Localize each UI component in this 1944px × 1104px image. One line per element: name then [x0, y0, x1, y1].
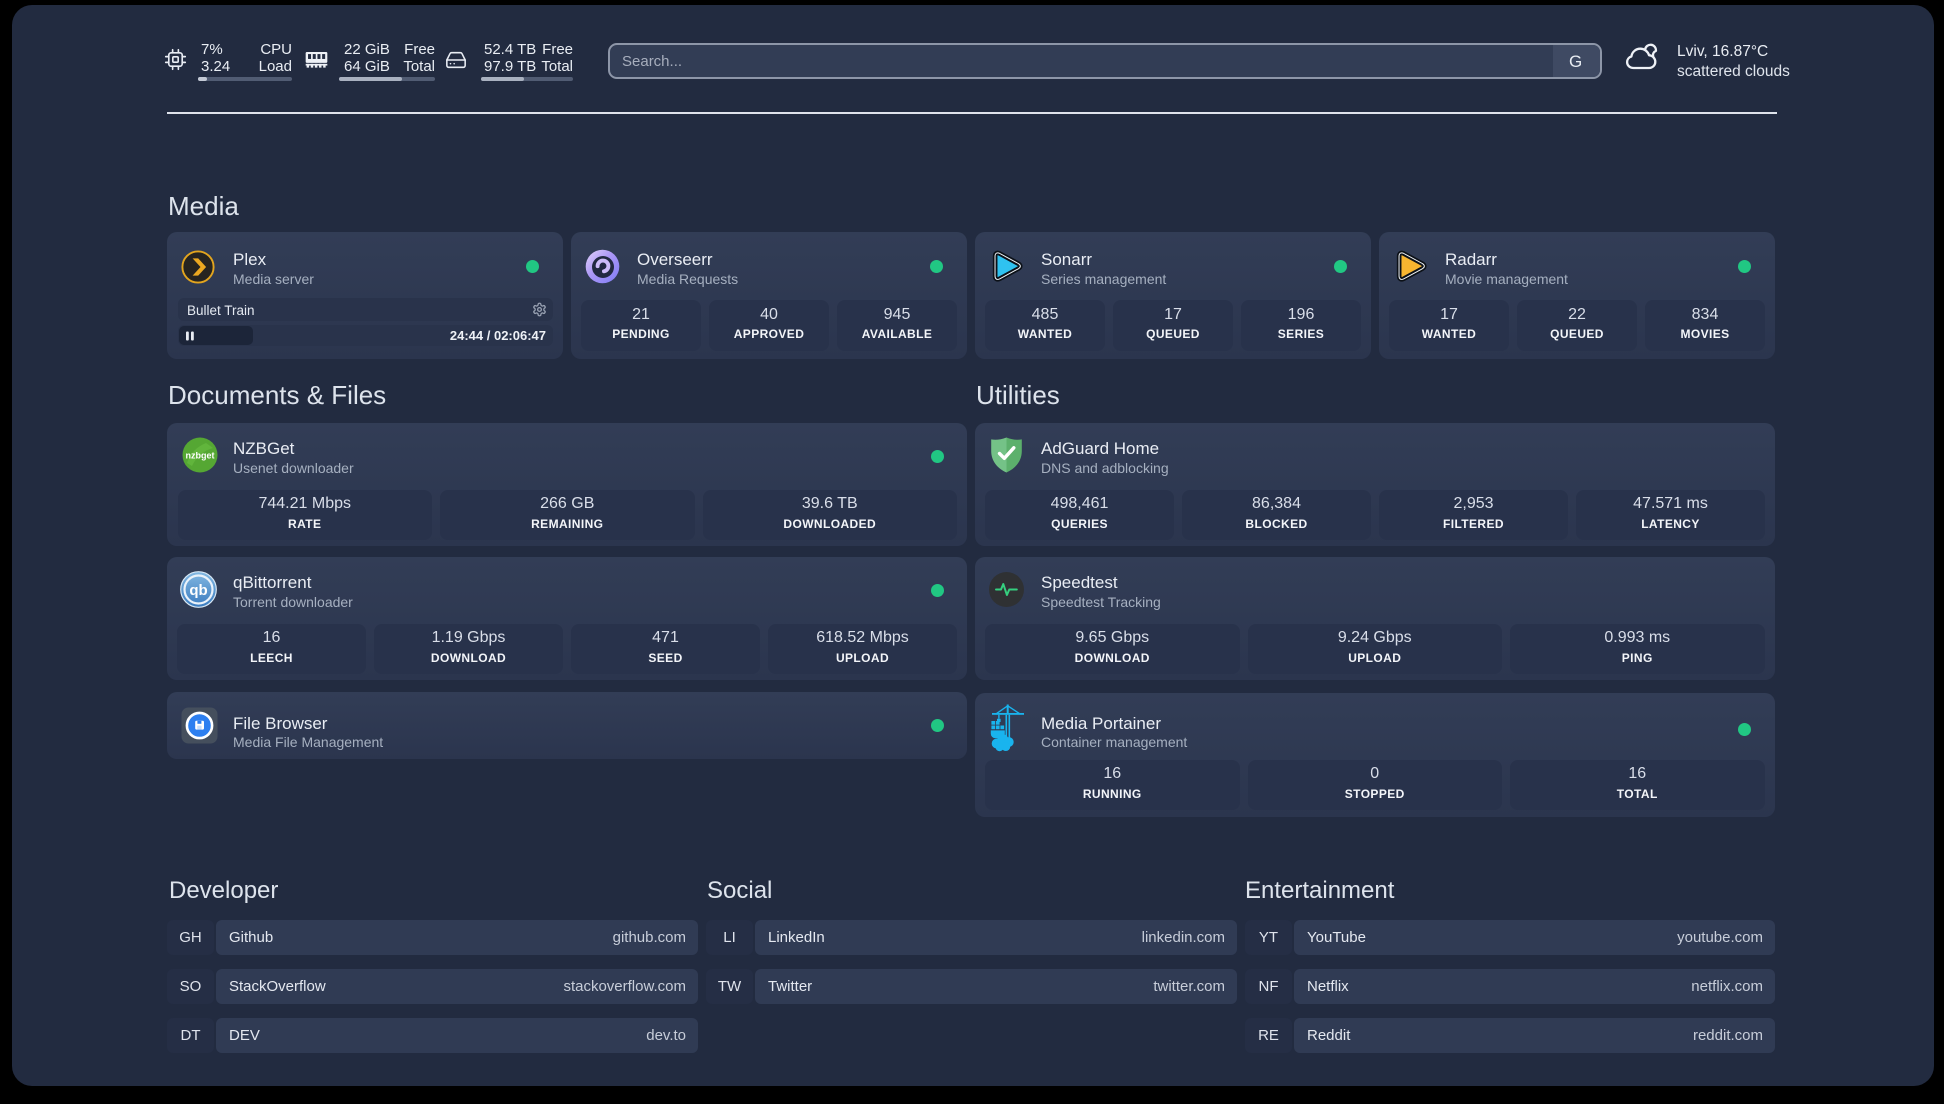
- svg-text:nzbget: nzbget: [186, 451, 215, 461]
- svg-text:qb: qb: [189, 582, 207, 599]
